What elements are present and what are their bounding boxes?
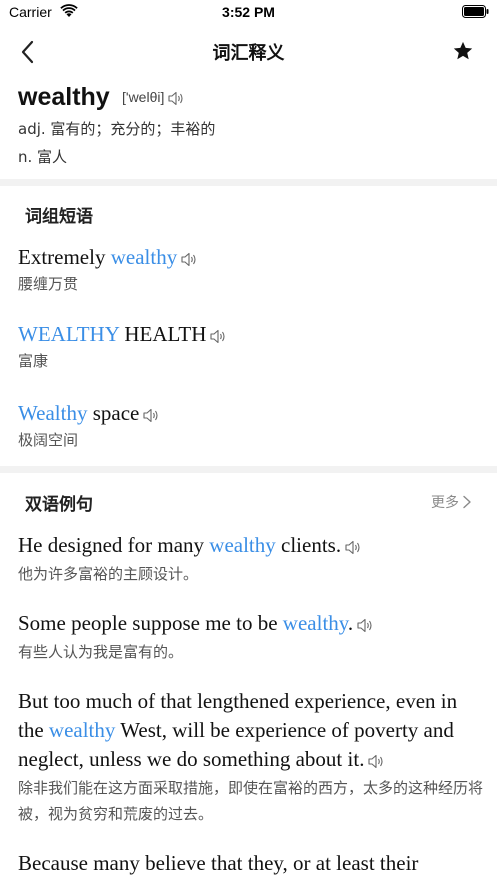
speaker-icon[interactable]: [168, 91, 185, 106]
example-english: He designed for many wealthy clients.: [18, 531, 483, 560]
example-english: Because many believe that they, or at le…: [18, 851, 419, 875]
section-divider: [0, 179, 497, 186]
example-text: He designed for many: [18, 533, 210, 557]
example-item[interactable]: Some people suppose me to be wealthy. 有些…: [18, 609, 483, 665]
more-label: 更多: [431, 495, 459, 511]
speaker-icon[interactable]: [368, 754, 385, 769]
phrase-translation: 腰缠万贯: [18, 275, 79, 293]
example-item[interactable]: But too much of that lengthened experien…: [18, 687, 483, 827]
phrase-english: Extremely wealthy: [18, 243, 488, 271]
phrase-text: HEALTH: [119, 322, 207, 346]
phrase-text: Extremely: [18, 245, 111, 269]
speaker-icon[interactable]: [357, 618, 374, 633]
example-translation: 除非我们能在这方面采取措施，即使在富裕的西方，太多的这种经历将被，视为贫穷和荒废…: [18, 779, 484, 823]
highlight-word: wealthy: [282, 611, 348, 635]
phrase-item[interactable]: WEALTHY HEALTH 富康: [18, 320, 488, 371]
phrase-translation: 富康: [18, 352, 49, 370]
phrase-english: Wealthy space: [18, 399, 488, 427]
highlight-word: wealthy: [48, 718, 116, 742]
speaker-icon[interactable]: [181, 252, 198, 267]
phonetic: ['welθi]: [122, 89, 185, 106]
phrase-item[interactable]: Extremely wealthy 腰缠万贯: [18, 243, 488, 294]
example-translation: 有些人认为我是富有的。: [18, 643, 184, 661]
more-button[interactable]: 更多: [431, 492, 472, 512]
example-text: .: [347, 611, 354, 635]
example-text: Some people suppose me to be: [18, 611, 283, 635]
phrase-item[interactable]: Wealthy space 极阔空间: [18, 399, 488, 450]
example-translation: 他为许多富裕的主顾设计。: [18, 565, 199, 583]
speaker-icon[interactable]: [210, 329, 227, 344]
example-item[interactable]: Because many believe that they, or at le…: [18, 849, 483, 878]
headword: wealthy: [18, 83, 110, 111]
chevron-right-icon: [463, 495, 471, 509]
status-bar: Carrier 3:52 PM: [0, 0, 497, 26]
examples-title: 双语例句: [25, 495, 93, 515]
speaker-icon[interactable]: [345, 540, 362, 555]
speaker-icon[interactable]: [143, 408, 160, 423]
example-english: Some people suppose me to be wealthy.: [18, 609, 483, 638]
phrase-text: space: [87, 401, 140, 425]
section-divider: [0, 466, 497, 473]
status-time: 3:52 PM: [222, 4, 275, 20]
page-title: 词汇释义: [212, 43, 285, 64]
phrase-translation: 极阔空间: [18, 431, 79, 449]
phrase-english: WEALTHY HEALTH: [18, 320, 488, 348]
highlight-word: wealthy: [209, 533, 276, 557]
battery-icon: [462, 5, 489, 18]
highlight-word: Wealthy: [18, 401, 88, 425]
word-header: wealthy ['welθi] adj. 富有的；充分的；丰裕的 n. 富人: [0, 80, 497, 180]
highlight-word: wealthy: [110, 245, 178, 269]
example-english: But too much of that lengthened experien…: [18, 687, 483, 774]
definition-adj: adj. 富有的；充分的；丰裕的: [18, 120, 216, 138]
example-item[interactable]: He designed for many wealthy clients. 他为…: [18, 531, 483, 587]
highlight-word: WEALTHY: [18, 322, 120, 346]
phonetic-text: ['welθi]: [122, 89, 165, 105]
example-text: clients.: [275, 533, 342, 557]
nav-bar: 词汇释义: [0, 26, 497, 76]
star-icon[interactable]: [452, 40, 474, 62]
definition-noun: n. 富人: [18, 148, 68, 166]
phrases-title: 词组短语: [25, 207, 93, 227]
